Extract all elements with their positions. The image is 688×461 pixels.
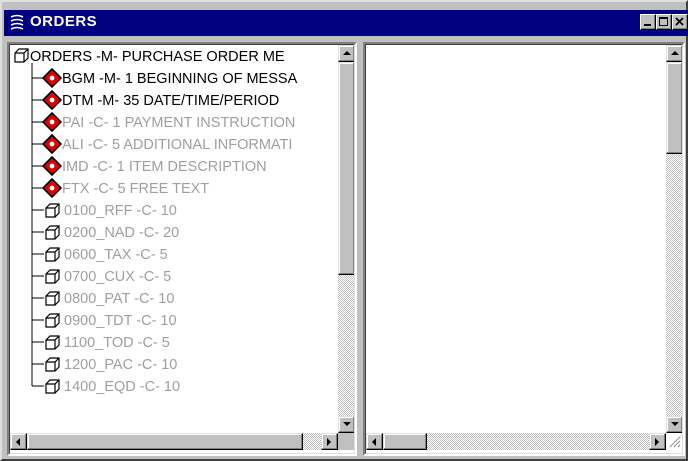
minimize-button[interactable] xyxy=(640,14,656,30)
tree-node-label: IMD -C- 1 ITEM DESCRIPTION xyxy=(62,159,267,175)
tree-node[interactable]: 0800_PAT -C- 10 xyxy=(10,288,340,310)
tree-root-node[interactable]: ORDERS -M- PURCHASE ORDER ME xyxy=(10,46,340,68)
detail-pane xyxy=(363,42,685,456)
tree-vertical-scrollbar[interactable] xyxy=(338,45,354,433)
tree-node-label: 0700_CUX -C- 5 xyxy=(64,269,172,285)
tree-node-label: 0200_NAD -C- 20 xyxy=(64,225,180,241)
group-icon xyxy=(45,225,60,240)
detail-horizontal-thumb[interactable] xyxy=(383,433,427,450)
tree-node[interactable]: 0200_NAD -C- 20 xyxy=(10,222,340,244)
segment-icon xyxy=(42,156,62,176)
tree-node[interactable]: DTM -M- 35 DATE/TIME/PERIOD xyxy=(10,90,340,112)
tree-node[interactable]: 0700_CUX -C- 5 xyxy=(10,266,340,288)
minimize-icon xyxy=(644,24,651,26)
orders-app-icon xyxy=(10,14,24,30)
tree-node-label: DTM -M- 35 DATE/TIME/PERIOD xyxy=(62,93,280,109)
tree-node[interactable]: 0600_TAX -C- 5 xyxy=(10,244,340,266)
arrow-right-icon xyxy=(327,438,331,446)
tree-node[interactable]: ALI -C- 5 ADDITIONAL INFORMATI xyxy=(10,134,340,156)
group-icon xyxy=(45,313,60,328)
scroll-corner xyxy=(338,433,354,450)
detail-vertical-scrollbar[interactable] xyxy=(666,45,682,433)
arrow-left-icon xyxy=(16,438,20,446)
tree-node-label: 1400_EQD -C- 10 xyxy=(64,379,181,395)
tree-node-label: 0100_RFF -C- 10 xyxy=(64,203,177,219)
orders-window: ORDERS ORDERS -M- PURCHASE ORDER ME BGM -… xyxy=(0,0,688,461)
maximize-button[interactable] xyxy=(656,14,672,30)
arrow-up-icon xyxy=(671,51,679,55)
group-icon xyxy=(45,357,60,372)
arrow-left-icon xyxy=(372,438,376,446)
tree-node[interactable]: 0900_TDT -C- 10 xyxy=(10,310,340,332)
group-icon xyxy=(45,379,60,394)
segment-icon xyxy=(42,112,62,132)
tree-node-label: BGM -M- 1 BEGINNING OF MESSA xyxy=(62,71,298,87)
resize-grip-icon[interactable] xyxy=(667,434,681,448)
maximize-icon xyxy=(659,17,668,26)
tree-node[interactable]: BGM -M- 1 BEGINNING OF MESSA xyxy=(10,68,340,90)
tree-node-label: PAI -C- 1 PAYMENT INSTRUCTION xyxy=(62,115,296,131)
group-icon xyxy=(45,291,60,306)
tree-node-label: FTX -C- 5 FREE TEXT xyxy=(62,181,210,197)
arrow-down-icon xyxy=(671,422,679,426)
tree-node-label: 0800_PAT -C- 10 xyxy=(64,291,175,307)
arrow-right-icon xyxy=(655,438,659,446)
tree-horizontal-scrollbar[interactable] xyxy=(10,433,338,450)
tree-node[interactable]: PAI -C- 1 PAYMENT INSTRUCTION xyxy=(10,112,340,134)
group-icon xyxy=(45,335,60,350)
segment-icon xyxy=(42,90,62,110)
detail-scroll-left-button[interactable] xyxy=(366,433,383,450)
tree-node[interactable]: IMD -C- 1 ITEM DESCRIPTION xyxy=(10,156,340,178)
tree-horizontal-thumb[interactable] xyxy=(27,433,303,450)
tree-node[interactable]: 1200_PAC -C- 10 xyxy=(10,354,340,376)
tree-node-label: 1100_TOD -C- 5 xyxy=(64,335,170,351)
segment-tree[interactable]: ORDERS -M- PURCHASE ORDER ME BGM -M- 1 BE… xyxy=(10,45,340,435)
segment-icon xyxy=(42,68,62,88)
tree-node-label: 1200_PAC -C- 10 xyxy=(64,357,178,373)
scroll-up-button[interactable] xyxy=(338,45,354,62)
scroll-right-button[interactable] xyxy=(321,433,338,450)
segment-icon xyxy=(42,134,62,154)
tree-node-label: ALI -C- 5 ADDITIONAL INFORMATI xyxy=(62,137,293,153)
group-icon xyxy=(45,203,60,218)
tree-root-label: ORDERS -M- PURCHASE ORDER ME xyxy=(30,49,285,65)
segment-icon xyxy=(42,178,62,198)
detail-scroll-right-button[interactable] xyxy=(649,433,666,450)
detail-scroll-up-button[interactable] xyxy=(666,45,682,62)
detail-vertical-thumb[interactable] xyxy=(666,62,682,154)
arrow-down-icon xyxy=(343,422,351,426)
close-icon xyxy=(675,17,684,26)
group-icon xyxy=(45,269,60,284)
group-icon xyxy=(45,247,60,262)
detail-scroll-down-button[interactable] xyxy=(666,416,682,433)
close-button[interactable] xyxy=(672,14,688,30)
tree-pane: ORDERS -M- PURCHASE ORDER ME BGM -M- 1 BE… xyxy=(7,42,357,456)
tree-node[interactable]: 1400_EQD -C- 10 xyxy=(10,376,340,398)
tree-vertical-thumb[interactable] xyxy=(338,62,354,275)
detail-horizontal-scrollbar[interactable] xyxy=(366,433,666,450)
tree-node[interactable]: FTX -C- 5 FREE TEXT xyxy=(10,178,340,200)
arrow-up-icon xyxy=(343,51,351,55)
title-bar[interactable]: ORDERS xyxy=(4,10,688,36)
window-title: ORDERS xyxy=(30,13,98,30)
tree-node-label: 0900_TDT -C- 10 xyxy=(64,313,177,329)
tree-node[interactable]: 0100_RFF -C- 10 xyxy=(10,200,340,222)
tree-node[interactable]: 1100_TOD -C- 5 xyxy=(10,332,340,354)
segment-group-icon xyxy=(14,48,29,63)
tree-node-label: 0600_TAX -C- 5 xyxy=(64,247,168,263)
scroll-down-button[interactable] xyxy=(338,416,354,433)
scroll-left-button[interactable] xyxy=(10,433,27,450)
